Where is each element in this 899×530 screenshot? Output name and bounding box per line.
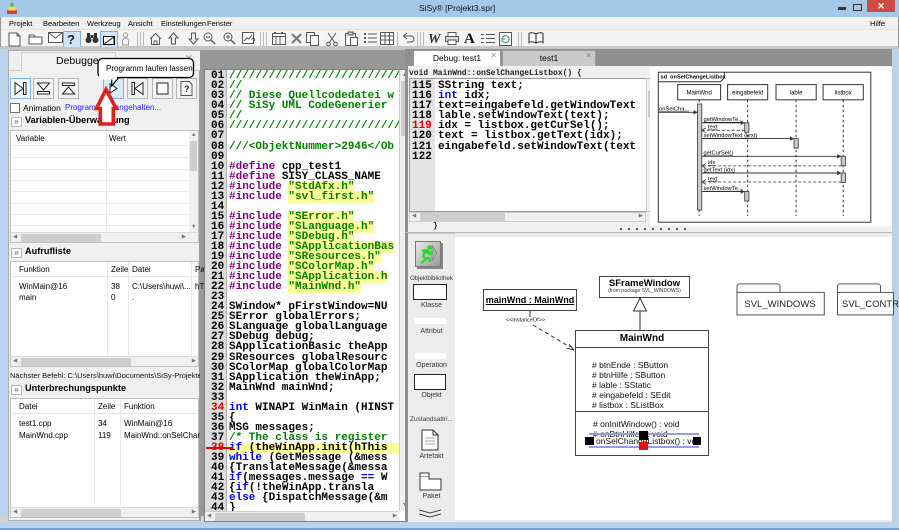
svg-text:lable: lable xyxy=(790,91,803,97)
svg-text:Programm laufen lassen: Programm laufen lassen xyxy=(106,64,193,73)
svg-text:text: text xyxy=(708,125,718,131)
svg-text:getWindowTe...: getWindowTe... xyxy=(704,117,744,123)
svg-text:getText (idx): getText (idx) xyxy=(704,167,736,173)
svg-text:onSelCha...: onSelCha... xyxy=(659,107,690,113)
svg-text:setWindowText (text): setWindowText (text) xyxy=(704,133,758,139)
svg-text:?: ? xyxy=(251,37,256,46)
svg-text:listbox: listbox xyxy=(835,91,852,97)
svg-text:text: text xyxy=(708,176,718,182)
svg-text:MainWnd: MainWnd xyxy=(686,91,711,97)
svg-text:idx: idx xyxy=(708,160,716,166)
svg-text:setWindowTe...: setWindowTe... xyxy=(704,186,744,192)
svg-text:eingabefeld: eingabefeld xyxy=(732,91,763,97)
svg-text:getCurSel(): getCurSel() xyxy=(704,151,734,157)
svg-text:sd onSelChangeListbox: sd onSelChangeListbox xyxy=(661,75,727,81)
